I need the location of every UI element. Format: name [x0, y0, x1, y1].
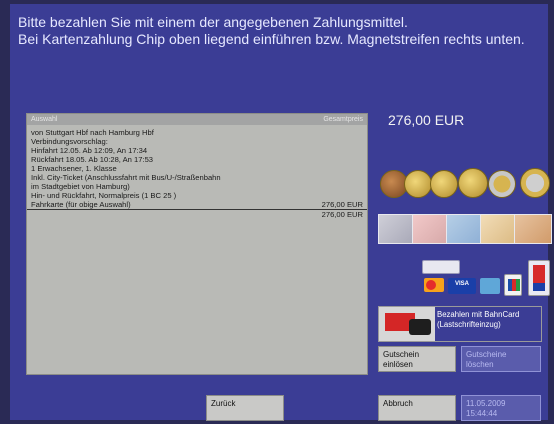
coin-20-cent-icon — [430, 170, 458, 198]
gutschein-einloesen-label-2: einlösen — [383, 360, 413, 369]
current-date: 11.05.2009 — [466, 399, 506, 408]
detail-line: im Stadtgebiet von Hamburg) — [31, 182, 130, 191]
bahncard-payment-button[interactable]: Bezahlen mit BahnCard (Lastschrifteinzug… — [378, 306, 542, 342]
detail-line: Rückfahrt 18.05. Ab 10:28, An 17:53 — [31, 155, 154, 164]
date-time-display: 11.05.2009 15:44:44 — [461, 395, 541, 421]
gutscheine-loeschen-label-2: löschen — [466, 360, 494, 369]
cancel-button-label: Abbruch — [383, 399, 413, 408]
ec-icon — [528, 260, 550, 296]
bahncard-sublabel: (Lastschrifteinzug) — [437, 320, 501, 329]
accepted-coins — [380, 168, 554, 198]
selection-details: von Stuttgart Hbf nach Hamburg Hbf Verbi… — [27, 125, 367, 200]
coin-10-cent-icon — [404, 170, 432, 198]
back-button[interactable]: Zurück — [206, 395, 284, 421]
payment-instructions: Bitte bezahlen Sie mit einem der angegeb… — [18, 14, 554, 48]
detail-line: von Stuttgart Hbf nach Hamburg Hbf — [31, 128, 154, 137]
banknote-50-icon — [480, 214, 516, 244]
detail-line: 1 Erwachsener, 1. Klasse — [31, 164, 117, 173]
selection-header-label: Auswahl — [31, 116, 58, 123]
instruction-line-2: Bei Kartenzahlung Chip oben liegend einf… — [18, 31, 525, 47]
accepted-cards: VISA — [420, 258, 554, 298]
gutschein-einloesen-label-1: Gutschein — [383, 350, 420, 359]
selection-panel: Auswahl Gesamtpreis von Stuttgart Hbf na… — [26, 113, 368, 375]
banknote-10-icon — [412, 214, 448, 244]
jcb-icon — [504, 274, 522, 296]
total-price-header-label: Gesamtpreis — [323, 116, 363, 123]
detail-line: Hin- und Rückfahrt, Normalpreis (1 BC 25… — [31, 191, 177, 200]
back-button-label: Zurück — [211, 399, 236, 408]
coin-2-euro-icon — [520, 168, 550, 198]
mastercard-icon — [424, 278, 444, 292]
selection-header: Auswahl Gesamtpreis — [27, 114, 367, 125]
coin-50-cent-icon — [458, 168, 488, 198]
banknote-20-icon — [446, 214, 482, 244]
cancel-button[interactable]: Abbruch — [378, 395, 456, 421]
bahncard-text: Bezahlen mit BahnCard (Lastschrifteinzug… — [435, 307, 541, 341]
accepted-banknotes — [378, 214, 554, 244]
bahncard-icon — [379, 307, 435, 341]
current-time: 15:44:44 — [466, 409, 498, 418]
detail-line: Verbindungsvorschlag: — [31, 137, 108, 146]
coin-1-euro-icon — [488, 170, 516, 198]
bahncard-label: Bezahlen mit BahnCard — [437, 310, 520, 319]
instruction-line-1: Bitte bezahlen Sie mit einem der angegeb… — [18, 14, 408, 30]
banknote-100-icon — [514, 214, 552, 244]
fare-price: 276,00 EUR — [321, 200, 363, 209]
gutschein-einloesen-button[interactable]: Gutschein einlösen — [378, 346, 456, 372]
detail-line: Hinfahrt 12.05. Ab 12:09, An 17:34 — [31, 146, 148, 155]
amex-icon — [480, 278, 500, 294]
amount-due: 276,00 EUR — [388, 112, 465, 128]
gutscheine-loeschen-button[interactable]: Gutscheine löschen — [461, 346, 541, 372]
gutscheine-loeschen-label-1: Gutscheine — [466, 350, 507, 359]
visa-icon: VISA — [448, 278, 476, 294]
total-price: 276,00 EUR — [321, 210, 363, 219]
banknote-5-icon — [378, 214, 414, 244]
detail-line: Inkl. City-Ticket (Anschlussfahrt mit Bu… — [31, 173, 221, 182]
fare-label: Fahrkarte (für obige Auswahl) — [31, 200, 131, 209]
total-row: 276,00 EUR — [27, 210, 367, 219]
girocard-icon — [422, 260, 460, 274]
fare-row: Fahrkarte (für obige Auswahl) 276,00 EUR — [27, 200, 367, 210]
